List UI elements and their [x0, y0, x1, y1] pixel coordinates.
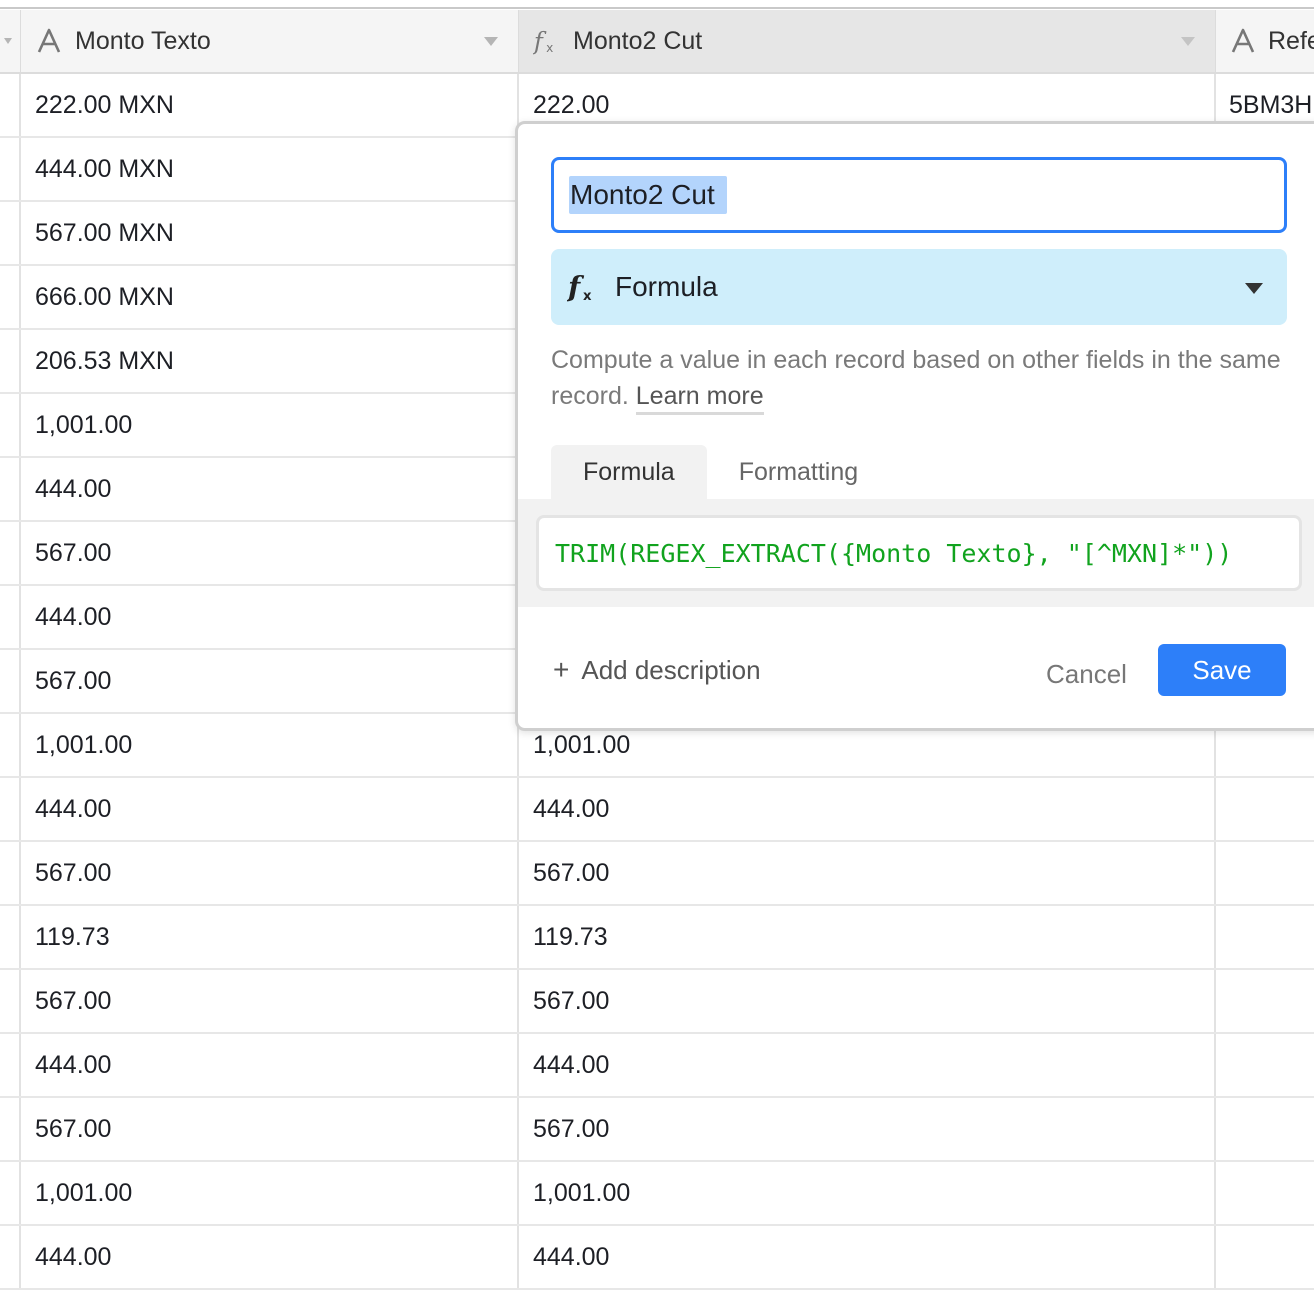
cell-monto-texto[interactable]: 444.00	[21, 586, 519, 648]
row-gutter-cell[interactable]	[0, 714, 21, 776]
cell-monto-texto[interactable]: 1,001.00	[21, 1162, 519, 1224]
formula-icon: fx	[567, 270, 599, 304]
field-config-popup: Monto2 Cut fx Formula Compute a value in…	[515, 121, 1314, 731]
cell-monto-texto[interactable]: 444.00	[21, 778, 519, 840]
row-gutter-cell[interactable]	[0, 586, 21, 648]
cell-refe[interactable]	[1216, 906, 1314, 968]
row-gutter-cell[interactable]	[0, 394, 21, 456]
row-gutter-cell[interactable]	[0, 842, 21, 904]
add-description-button[interactable]: + Add description	[553, 654, 761, 686]
chevron-down-icon[interactable]	[1181, 37, 1195, 46]
cell-monto2-cut[interactable]: 119.73	[519, 906, 1216, 968]
formula-icon: fx	[533, 26, 561, 56]
row-gutter-cell[interactable]	[0, 906, 21, 968]
table-row: 119.73 119.73	[0, 906, 1314, 970]
cell-refe[interactable]	[1216, 778, 1314, 840]
save-button[interactable]: Save	[1158, 644, 1286, 696]
row-gutter-cell[interactable]	[0, 522, 21, 584]
cell-monto2-cut[interactable]: 444.00	[519, 778, 1216, 840]
plus-icon: +	[553, 654, 570, 685]
row-gutter-cell[interactable]	[0, 778, 21, 840]
text-field-icon	[35, 28, 63, 54]
row-gutter-cell[interactable]	[0, 970, 21, 1032]
cell-monto-texto[interactable]: 444.00	[21, 1034, 519, 1096]
config-tabs: Formula Formatting	[551, 445, 890, 499]
cell-refe[interactable]	[1216, 1034, 1314, 1096]
svg-text:x: x	[583, 289, 592, 304]
row-gutter-cell[interactable]	[0, 650, 21, 712]
row-gutter-cell[interactable]	[0, 1034, 21, 1096]
tab-formatting[interactable]: Formatting	[707, 445, 890, 499]
cell-monto-texto[interactable]: 567.00 MXN	[21, 202, 519, 264]
field-type-label: Formula	[615, 271, 718, 302]
cell-refe[interactable]	[1216, 1226, 1314, 1288]
text-field-icon	[1230, 28, 1256, 54]
cell-monto-texto[interactable]: 222.00 MXN	[21, 74, 519, 136]
row-gutter-cell[interactable]	[0, 74, 21, 136]
header-column-refe[interactable]: Refe	[1216, 10, 1314, 72]
grid-header: Monto Texto fx Monto2 Cut Refe	[0, 10, 1314, 74]
row-gutter-cell[interactable]	[0, 458, 21, 520]
row-gutter-cell[interactable]	[0, 266, 21, 328]
row-gutter-cell[interactable]	[0, 330, 21, 392]
row-gutter-cell[interactable]	[0, 1162, 21, 1224]
table-row: 444.00 444.00	[0, 1226, 1314, 1290]
learn-more-link[interactable]: Learn more	[635, 382, 764, 415]
cell-monto-texto[interactable]: 567.00	[21, 1098, 519, 1160]
cell-monto-texto[interactable]: 119.73	[21, 906, 519, 968]
table-row: 567.00 567.00	[0, 842, 1314, 906]
chevron-down-icon[interactable]	[1245, 283, 1263, 294]
cell-monto2-cut[interactable]: 567.00	[519, 842, 1216, 904]
header-label: Monto2 Cut	[573, 26, 703, 55]
cell-refe[interactable]	[1216, 1098, 1314, 1160]
cell-monto-texto[interactable]: 444.00 MXN	[21, 138, 519, 200]
tab-formula[interactable]: Formula	[551, 445, 707, 499]
svg-text:x: x	[546, 41, 553, 55]
cell-refe[interactable]	[1216, 842, 1314, 904]
chevron-down-icon[interactable]	[484, 37, 498, 46]
cell-monto-texto[interactable]: 567.00	[21, 970, 519, 1032]
cell-monto2-cut[interactable]: 567.00	[519, 1098, 1216, 1160]
cell-monto2-cut[interactable]: 567.00	[519, 970, 1216, 1032]
header-label: Refe	[1268, 26, 1314, 55]
header-column-monto-texto[interactable]: Monto Texto	[21, 10, 519, 72]
row-gutter-cell[interactable]	[0, 202, 21, 264]
cell-monto-texto[interactable]: 666.00 MXN	[21, 266, 519, 328]
cell-refe[interactable]	[1216, 970, 1314, 1032]
header-prev-column[interactable]	[0, 10, 21, 72]
cell-monto-texto[interactable]: 567.00	[21, 650, 519, 712]
cell-monto-texto[interactable]: 1,001.00	[21, 714, 519, 776]
cell-monto2-cut[interactable]: 444.00	[519, 1226, 1216, 1288]
cancel-button[interactable]: Cancel	[1040, 648, 1133, 700]
top-border	[0, 0, 1314, 9]
svg-text:f: f	[533, 26, 547, 55]
cell-monto-texto[interactable]: 1,001.00	[21, 394, 519, 456]
chevron-down-icon[interactable]	[4, 38, 12, 44]
cell-monto-texto[interactable]: 567.00	[21, 522, 519, 584]
table-row: 444.00 444.00	[0, 778, 1314, 842]
cell-monto2-cut[interactable]: 1,001.00	[519, 1162, 1216, 1224]
cell-monto-texto[interactable]: 567.00	[21, 842, 519, 904]
cell-monto-texto[interactable]: 444.00	[21, 458, 519, 520]
formula-input[interactable]: TRIM(REGEX_EXTRACT({Monto Texto}, "[^MXN…	[536, 515, 1302, 591]
cell-monto-texto[interactable]: 444.00	[21, 1226, 519, 1288]
cell-monto-texto[interactable]: 206.53 MXN	[21, 330, 519, 392]
header-label: Monto Texto	[75, 26, 211, 55]
header-column-monto2-cut[interactable]: fx Monto2 Cut	[519, 10, 1216, 72]
row-gutter-cell[interactable]	[0, 1098, 21, 1160]
cell-refe[interactable]	[1216, 1162, 1314, 1224]
table-row: 567.00 567.00	[0, 970, 1314, 1034]
formula-editor-panel: TRIM(REGEX_EXTRACT({Monto Texto}, "[^MXN…	[518, 499, 1314, 607]
cell-monto2-cut[interactable]: 444.00	[519, 1034, 1216, 1096]
field-name-value[interactable]: Monto2 Cut	[570, 179, 715, 211]
table-row: 567.00 567.00	[0, 1098, 1314, 1162]
add-description-label: Add description	[581, 654, 761, 685]
table-row: 1,001.00 1,001.00	[0, 1162, 1314, 1226]
row-gutter-cell[interactable]	[0, 1226, 21, 1288]
row-gutter-cell[interactable]	[0, 138, 21, 200]
field-type-description: Compute a value in each record based on …	[551, 342, 1291, 415]
table-row: 444.00 444.00	[0, 1034, 1314, 1098]
field-type-select[interactable]: fx Formula	[551, 249, 1287, 325]
